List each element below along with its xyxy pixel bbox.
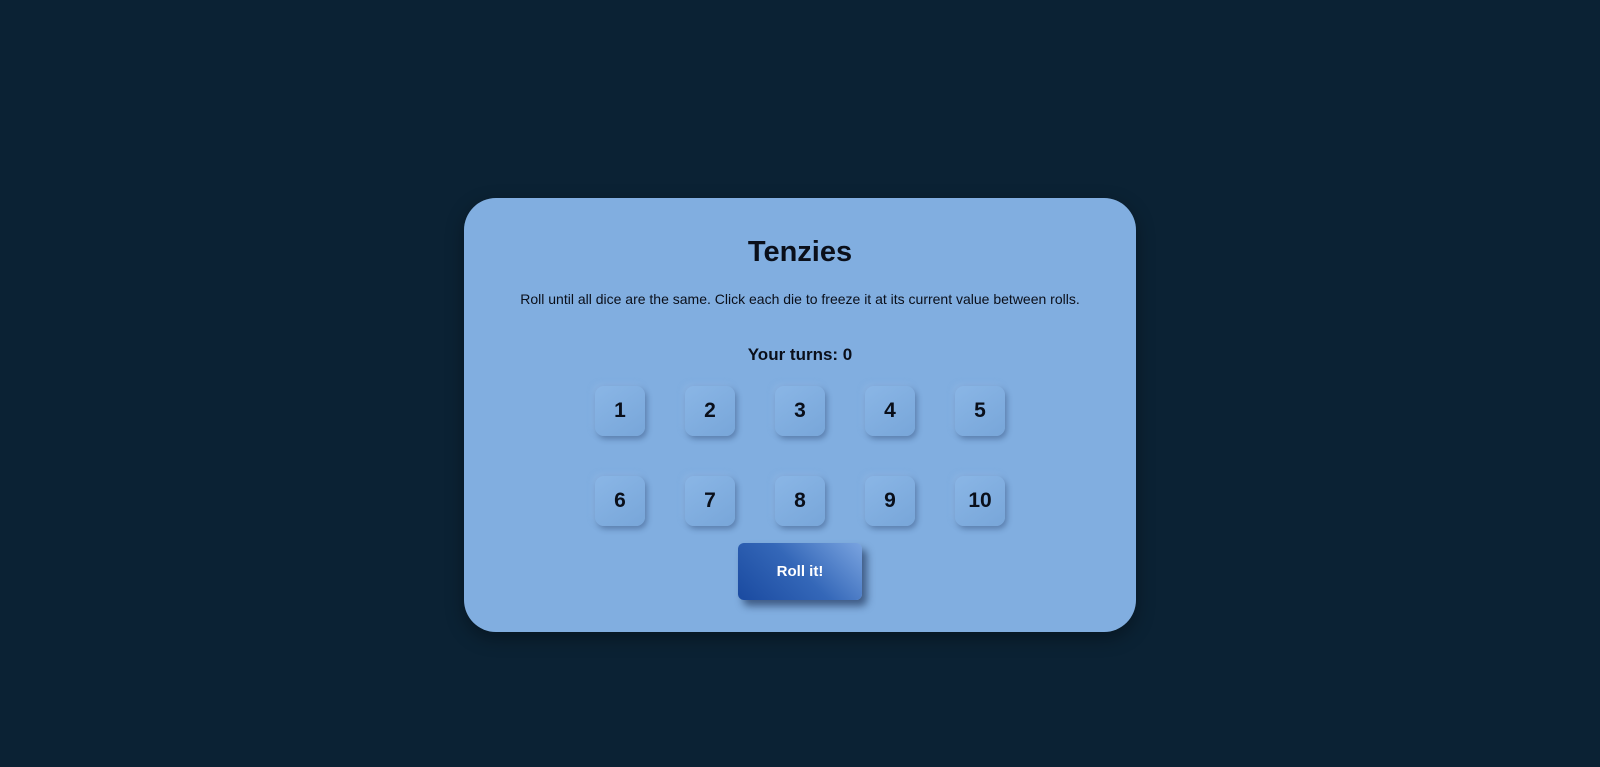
game-title: Tenzies bbox=[747, 236, 853, 268]
die[interactable]: 10 bbox=[955, 476, 1005, 526]
instructions-text: Roll until all dice are the same. Click … bbox=[520, 291, 1080, 307]
die[interactable]: 1 bbox=[595, 386, 645, 436]
turns-counter: Your turns: 0 bbox=[747, 345, 853, 364]
die[interactable]: 2 bbox=[685, 386, 735, 436]
dice-grid: 1 2 3 4 5 6 7 8 9 10 bbox=[595, 386, 1005, 526]
die[interactable]: 3 bbox=[775, 386, 825, 436]
die[interactable]: 9 bbox=[865, 476, 915, 526]
die[interactable]: 5 bbox=[955, 386, 1005, 436]
die[interactable]: 4 bbox=[865, 386, 915, 436]
die[interactable]: 8 bbox=[775, 476, 825, 526]
game-card: Tenzies Roll until all dice are the same… bbox=[464, 198, 1136, 632]
die[interactable]: 7 bbox=[685, 476, 735, 526]
die[interactable]: 6 bbox=[595, 476, 645, 526]
roll-button[interactable]: Roll it! bbox=[738, 543, 862, 600]
